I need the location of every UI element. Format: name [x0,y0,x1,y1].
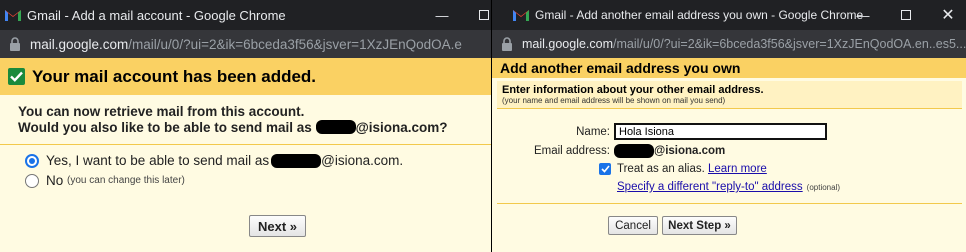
left-url-path: /mail/u/0/?ui=2&ik=6bceda3f56&jsver=1XzJ… [128,36,462,52]
lock-icon [502,37,512,51]
no-note: (you can change this later) [67,175,185,186]
retrieve-message: You can now retrieve mail from this acco… [0,95,497,136]
add-mail-account-window: Gmail - Add a mail account - Google Chro… [0,0,497,252]
redacted-email-user-2 [271,153,322,168]
left-address-bar[interactable]: mail.google.com/mail/u/0/?ui=2&ik=6bceda… [0,30,497,58]
right-title-bar[interactable]: Gmail - Add another email address you ow… [492,0,966,30]
option-yes-row[interactable]: Yes, I want to be able to send mail as @… [0,153,497,168]
yes-domain: @isiona.com. [321,153,404,168]
email-row: Email address: @isiona.com [492,144,725,158]
reply-to-optional: (optional) [806,182,841,192]
reply-to-row: Specify a different "reply-to" address (… [617,181,840,193]
no-radio[interactable] [25,173,39,188]
no-label: No [46,173,64,188]
info-subtitle: (your name and email address will be sho… [502,96,726,105]
next-step-button[interactable]: Next Step » [662,216,737,235]
message-line-2-prefix: Would you also like to be able to send m… [18,120,312,135]
cancel-button[interactable]: Cancel [608,216,658,235]
lock-icon [10,37,20,51]
alias-checkbox[interactable] [599,163,611,175]
reply-to-link[interactable]: Specify a different "reply-to" address [617,181,803,193]
info-box: Enter information about your other email… [497,81,962,109]
redacted-email-user-3 [614,144,654,158]
right-divider [497,203,962,204]
alias-label: Treat as an alias. [617,163,705,175]
email-domain: @isiona.com [654,145,726,157]
gmail-icon [5,10,21,21]
info-title: Enter information about your other email… [502,84,764,96]
message-line-1: You can now retrieve mail from this acco… [18,104,305,119]
right-address-bar[interactable]: mail.google.com/mail/u/0/?ui=2&ik=6bceda… [492,30,966,58]
right-header-title: Add another email address you own [492,58,966,78]
checkmark-icon [8,68,25,85]
right-window-title: Gmail - Add another email address you ow… [535,8,864,22]
message-line-2: Would you also like to be able to send m… [18,120,497,136]
minimize-icon[interactable]: — [847,0,879,30]
left-header: Your mail account has been added. [0,58,497,95]
name-row: Name: [492,123,827,140]
left-header-title: Your mail account has been added. [32,66,317,86]
left-divider [0,144,497,145]
option-no-row[interactable]: No (you can change this later) [0,173,497,188]
add-email-address-window: Gmail - Add another email address you ow… [491,0,966,252]
left-url-host: mail.google.com [30,36,129,52]
right-content: Add another email address you own Enter … [492,58,966,252]
email-label: Email address: [533,145,610,157]
learn-more-link[interactable]: Learn more [708,163,767,175]
right-url-host: mail.google.com [522,37,614,51]
next-button[interactable]: Next » [249,215,306,237]
left-title-bar[interactable]: Gmail - Add a mail account - Google Chro… [0,0,497,30]
alias-row[interactable]: Treat as an alias. Learn more [599,163,767,175]
left-content: Your mail account has been added. You ca… [0,58,497,252]
maximize-icon[interactable] [890,0,922,30]
yes-radio[interactable] [25,153,39,168]
right-url-path: /mail/u/0/?ui=2&ik=6bceda3f56&jsver=1XzJ… [613,37,966,51]
gmail-icon [513,10,529,21]
left-window-title: Gmail - Add a mail account - Google Chro… [27,7,286,23]
redacted-email-user [315,120,356,134]
message-email-domain: @isiona.com? [355,120,448,135]
name-label: Name: [576,125,610,138]
close-icon[interactable]: ✕ [932,0,964,30]
minimize-icon[interactable]: — [426,0,458,30]
yes-label: Yes, I want to be able to send mail as [46,153,270,168]
name-input[interactable] [614,123,827,140]
